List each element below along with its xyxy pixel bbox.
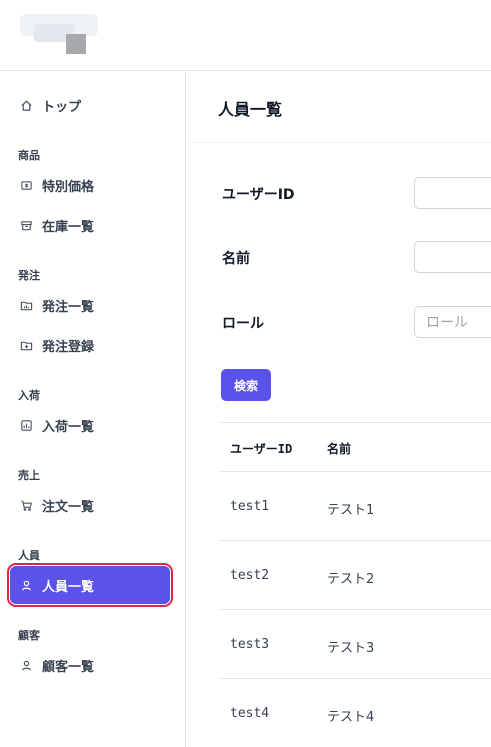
main-content: 人員一覧 ユーザーID 名前 ロール ロール 検索 ユーザーID 名前 test… bbox=[187, 71, 491, 747]
sidebar-item-order-register[interactable]: 発注登録 bbox=[10, 326, 170, 364]
table-row[interactable]: test4 テスト4 bbox=[218, 678, 491, 747]
sidebar-item-customer-list[interactable]: 顧客一覧 bbox=[10, 646, 170, 684]
table-row[interactable]: test1 テスト1 bbox=[218, 471, 491, 540]
search-button[interactable]: 検索 bbox=[221, 369, 271, 401]
role-select[interactable]: ロール bbox=[414, 306, 491, 338]
sidebar-item-arrival-list[interactable]: 入荷一覧 bbox=[10, 406, 170, 444]
sidebar-item-stock-list[interactable]: 在庫一覧 bbox=[10, 206, 170, 244]
sidebar-item-sales-order-list[interactable]: 注文一覧 bbox=[10, 486, 170, 524]
column-header-user-id[interactable]: ユーザーID bbox=[230, 440, 292, 457]
sidebar-item-order-list[interactable]: 発注一覧 bbox=[10, 286, 170, 324]
section-arrivals: 入荷 bbox=[18, 389, 40, 402]
user-id-input[interactable] bbox=[414, 177, 491, 209]
sidebar-item-label: 発注登録 bbox=[42, 339, 95, 355]
cell-user-id: test1 bbox=[230, 499, 270, 514]
sidebar: トップ 商品 特別価格 在庫一覧 発注 発注一覧 発注登録 入荷 入荷一覧 売上 bbox=[0, 71, 186, 747]
folder-plus-icon bbox=[19, 338, 33, 352]
sidebar-item-label: 特別価格 bbox=[42, 179, 95, 195]
sidebar-item-label: 在庫一覧 bbox=[42, 219, 95, 235]
table-row[interactable]: test3 テスト3 bbox=[218, 609, 491, 678]
page-header: 人員一覧 bbox=[187, 71, 491, 143]
role-label: ロール bbox=[222, 316, 264, 332]
cell-name: テスト2 bbox=[327, 572, 375, 587]
page-title: 人員一覧 bbox=[218, 100, 283, 119]
name-input[interactable] bbox=[414, 241, 491, 273]
price-tag-icon bbox=[19, 178, 33, 192]
cell-user-id: test2 bbox=[230, 568, 270, 583]
sidebar-item-staff-list[interactable]: 人員一覧 bbox=[7, 563, 173, 607]
sidebar-item-label: 入荷一覧 bbox=[42, 419, 95, 435]
sidebar-item-label: 注文一覧 bbox=[42, 499, 95, 515]
cell-user-id: test4 bbox=[230, 706, 270, 721]
home-icon bbox=[19, 98, 33, 112]
sidebar-item-label: 発注一覧 bbox=[42, 299, 95, 315]
cell-name: テスト4 bbox=[327, 710, 375, 725]
cell-user-id: test3 bbox=[230, 637, 270, 652]
user-id-label: ユーザーID bbox=[222, 187, 295, 203]
section-products: 商品 bbox=[18, 149, 40, 162]
cart-icon bbox=[19, 498, 33, 512]
table-header-row: ユーザーID 名前 bbox=[218, 422, 491, 471]
table-row[interactable]: test2 テスト2 bbox=[218, 540, 491, 609]
chart-icon bbox=[19, 418, 33, 432]
section-staff: 人員 bbox=[18, 549, 40, 562]
section-orders: 発注 bbox=[18, 269, 40, 282]
column-header-name[interactable]: 名前 bbox=[327, 440, 351, 457]
top-bar bbox=[0, 0, 491, 71]
sidebar-item-label: 人員一覧 bbox=[42, 579, 95, 595]
folder-chart-icon bbox=[19, 298, 33, 312]
sidebar-item-special-price[interactable]: 特別価格 bbox=[10, 166, 170, 204]
app-logo[interactable] bbox=[14, 10, 102, 56]
cell-name: テスト1 bbox=[327, 503, 375, 518]
user-icon bbox=[19, 658, 33, 672]
sidebar-item-label: トップ bbox=[42, 99, 82, 115]
cell-name: テスト3 bbox=[327, 641, 375, 656]
archive-icon bbox=[19, 218, 33, 232]
sidebar-item-top[interactable]: トップ bbox=[10, 86, 170, 124]
name-label: 名前 bbox=[222, 251, 250, 267]
sidebar-item-label: 顧客一覧 bbox=[42, 659, 95, 675]
section-customers: 顧客 bbox=[18, 629, 40, 642]
user-icon bbox=[19, 578, 33, 592]
section-sales: 売上 bbox=[18, 469, 40, 482]
